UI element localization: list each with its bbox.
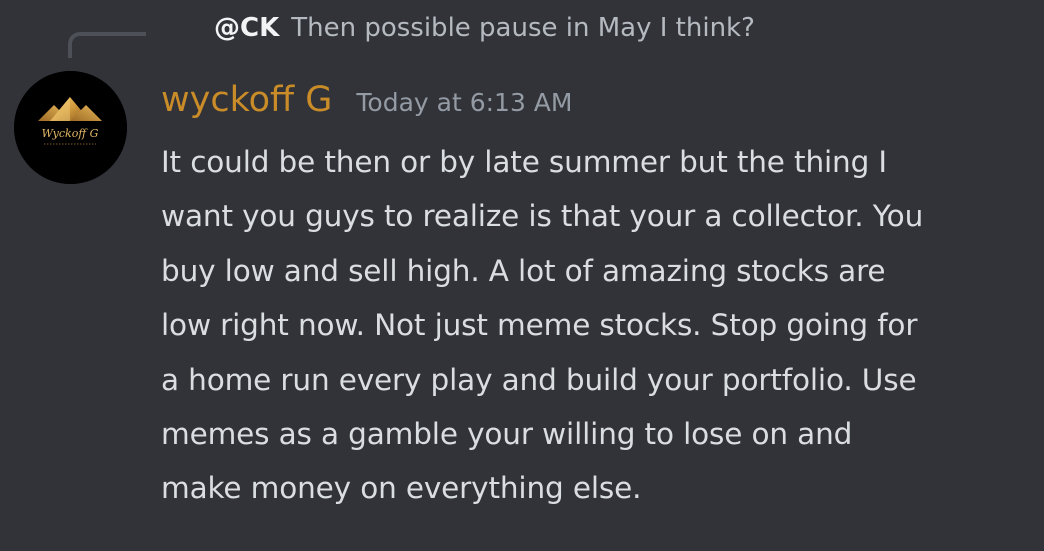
message-line: want you guys to realize is that your a … xyxy=(161,199,924,234)
reply-text[interactable]: Then possible pause in May I think? xyxy=(291,13,755,43)
message-line: make money on everything else. xyxy=(161,471,642,506)
svg-text:Wyckoff G: Wyckoff G xyxy=(42,127,99,140)
message-header: wyckoff G Today at 6:13 AM xyxy=(161,80,572,128)
message-line: It could be then or by late summer but t… xyxy=(161,145,887,179)
message-line: low right now. Not just meme stocks. Sto… xyxy=(161,308,918,343)
message-content: It could be then or by late summer but t… xyxy=(161,135,1036,516)
message-timestamp[interactable]: Today at 6:13 AM xyxy=(356,88,572,117)
message-line: buy low and sell high. A lot of amazing … xyxy=(161,253,886,288)
gold-pyramid-logo-icon: Wyckoff G xyxy=(14,71,127,184)
author-name[interactable]: wyckoff G xyxy=(161,80,332,120)
message-line: a home run every play and build your por… xyxy=(161,362,917,397)
chat-message: @CK Then possible pause in May I think? xyxy=(0,0,1044,551)
reply-author[interactable]: @CK xyxy=(214,13,279,43)
reply-connector xyxy=(68,32,146,58)
message-line: memes as a gamble your willing to lose o… xyxy=(161,416,853,451)
reply-preview[interactable]: @CK Then possible pause in May I think? xyxy=(214,8,755,48)
avatar[interactable]: Wyckoff G xyxy=(14,71,127,184)
